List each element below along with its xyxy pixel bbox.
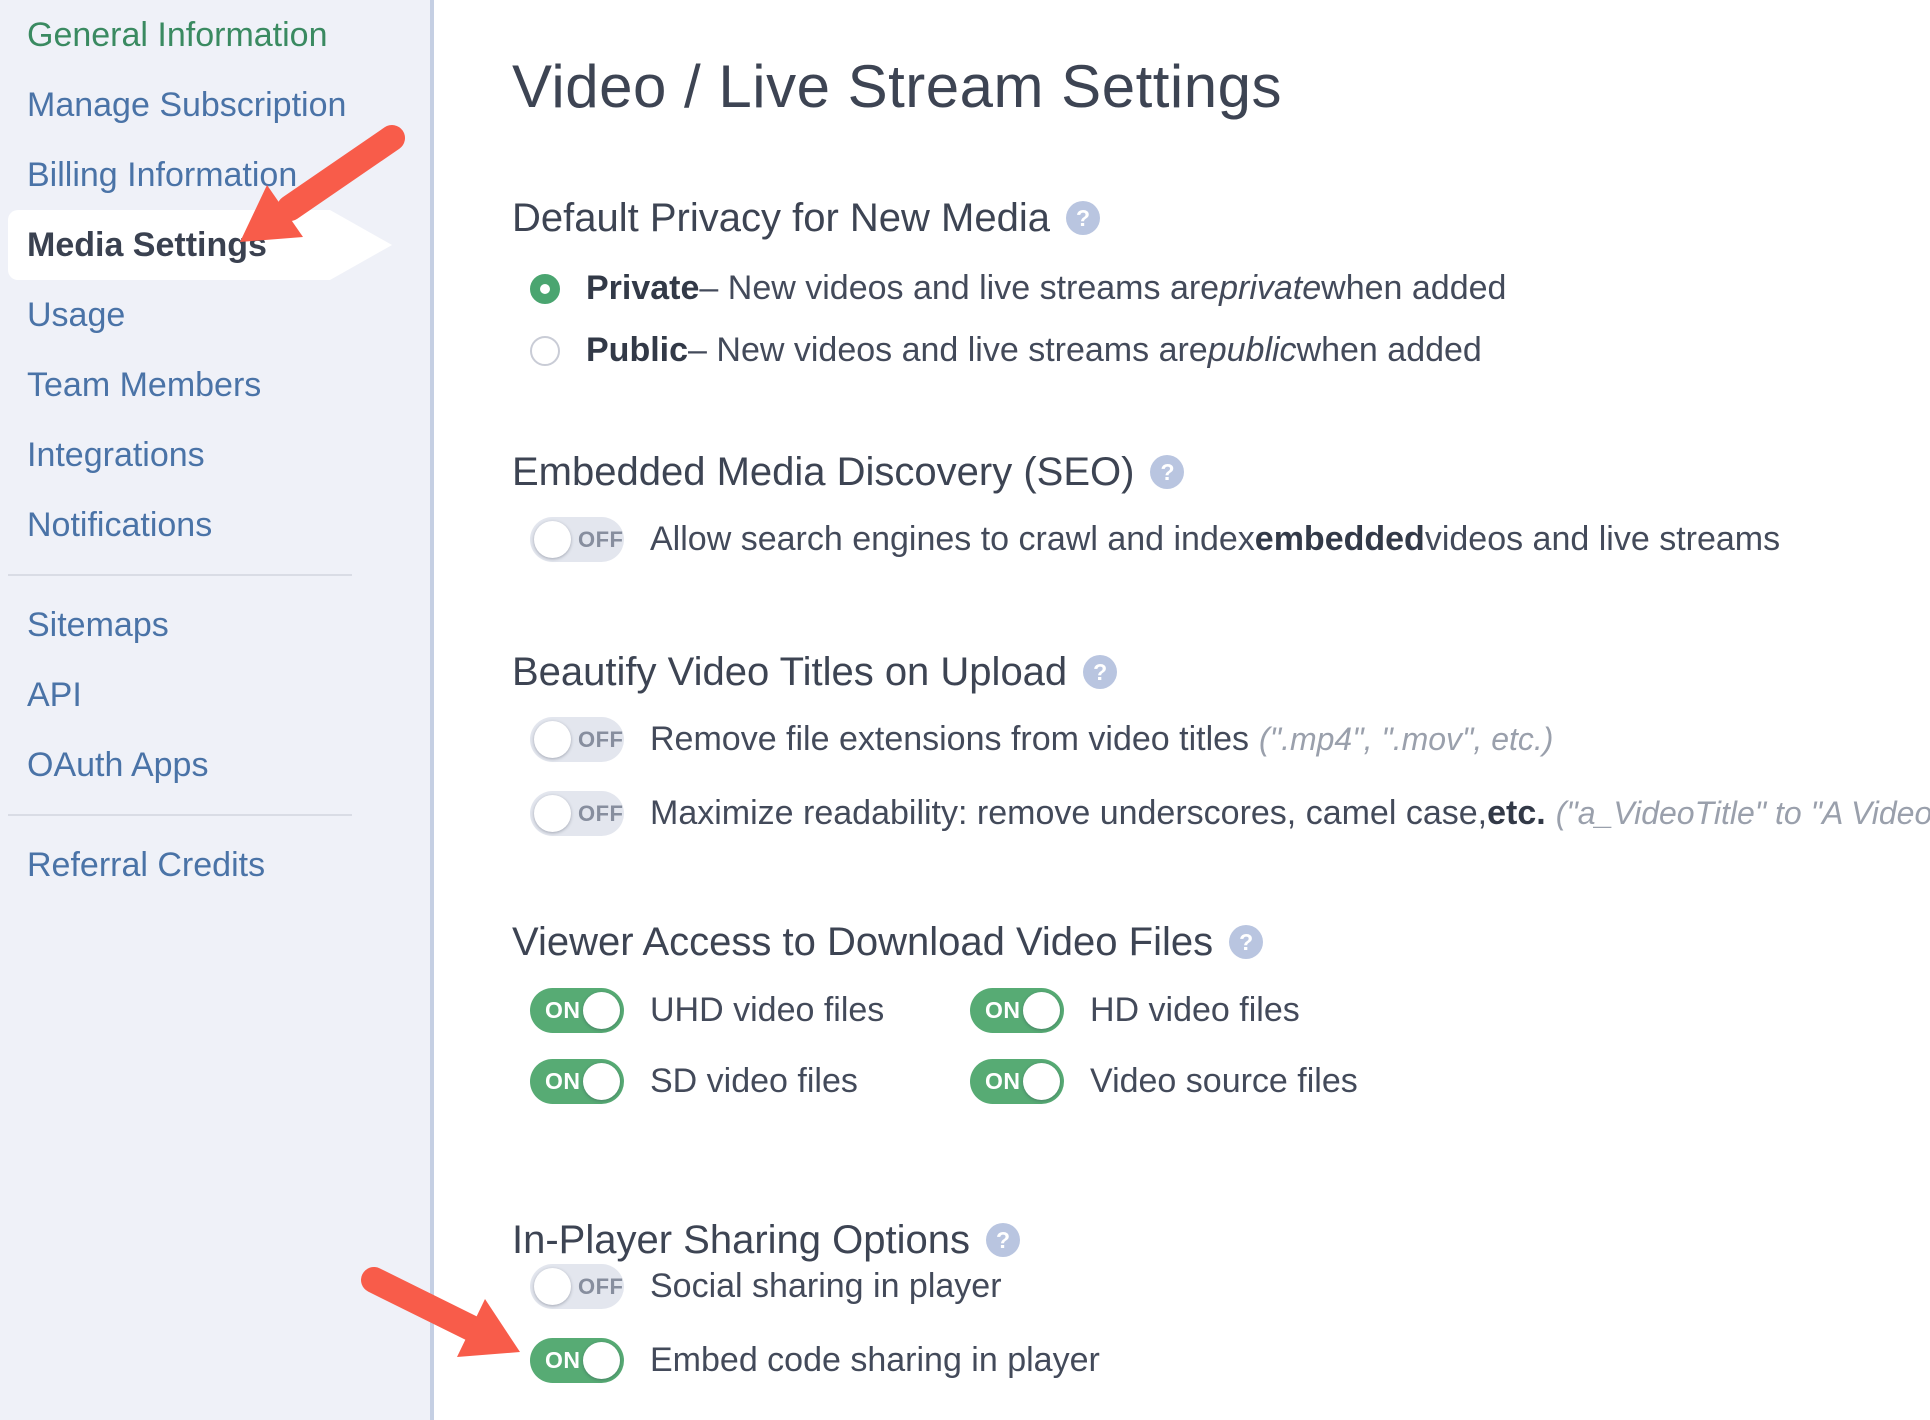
option-emphasis: public <box>1208 331 1297 370</box>
section-heading-default-privacy: Default Privacy for New Media ? <box>512 194 1930 242</box>
toggle-description: SD video files <box>650 1062 858 1101</box>
sidebar-item-notifications[interactable]: Notifications <box>0 490 430 560</box>
embed-code-sharing-toggle[interactable]: ON <box>530 1338 624 1383</box>
toggle-state-label: OFF <box>578 517 624 562</box>
privacy-option-public: Public – New videos and live streams are… <box>512 328 1930 373</box>
section-heading-text: Default Privacy for New Media <box>512 194 1050 242</box>
sidebar-item-oauth-apps[interactable]: OAuth Apps <box>0 730 430 800</box>
toggle-description: Social sharing in player <box>650 1267 1002 1306</box>
radio-public[interactable] <box>530 336 560 366</box>
settings-sidebar: General Information Manage Subscription … <box>0 0 430 1420</box>
toggle-knob <box>1023 992 1060 1029</box>
toggle-description-bold: etc. <box>1487 794 1546 833</box>
section-heading-text: Beautify Video Titles on Upload <box>512 648 1067 696</box>
toggle-knob <box>534 521 571 558</box>
remove-extensions-toggle[interactable]: OFF <box>530 717 624 762</box>
maximize-readability-toggle[interactable]: OFF <box>530 791 624 836</box>
toggle-state-label: OFF <box>578 791 624 836</box>
download-toggles-grid: ON UHD video files ON HD video files ON … <box>512 988 1930 1104</box>
option-text: – New videos and live streams are <box>688 331 1208 370</box>
sidebar-item-general-information[interactable]: General Information <box>0 0 430 70</box>
download-row-sd: ON SD video files <box>512 1059 952 1104</box>
option-text: – New videos and live streams are <box>699 269 1219 308</box>
seo-toggle-row: OFF Allow search engines to crawl and in… <box>512 517 1930 562</box>
download-row-uhd: ON UHD video files <box>512 988 952 1033</box>
sidebar-item-manage-subscription[interactable]: Manage Subscription <box>0 70 430 140</box>
toggle-knob <box>534 795 571 832</box>
toggle-state-label: ON <box>985 988 1021 1033</box>
section-heading-text: Embedded Media Discovery (SEO) <box>512 448 1134 496</box>
section-heading-text: In-Player Sharing Options <box>512 1216 970 1264</box>
sidebar-item-usage[interactable]: Usage <box>0 280 430 350</box>
option-label: Private <box>586 269 699 308</box>
section-heading-viewer-downloads: Viewer Access to Download Video Files ? <box>512 918 1930 966</box>
source-files-toggle[interactable]: ON <box>970 1059 1064 1104</box>
sidebar-item-sitemaps[interactable]: Sitemaps <box>0 590 430 660</box>
toggle-knob <box>1023 1063 1060 1100</box>
toggle-hint: (".mp4", ".mov", etc.) <box>1259 721 1553 758</box>
toggle-state-label: OFF <box>578 717 624 762</box>
toggle-knob <box>583 992 620 1029</box>
toggle-knob <box>534 1268 571 1305</box>
help-icon[interactable]: ? <box>986 1223 1020 1257</box>
toggle-description: UHD video files <box>650 991 884 1030</box>
toggle-state-label: ON <box>545 1338 581 1383</box>
toggle-state-label: OFF <box>578 1264 624 1309</box>
section-heading-text: Viewer Access to Download Video Files <box>512 918 1213 966</box>
media-settings-panel: Video / Live Stream Settings Default Pri… <box>430 0 1930 1420</box>
toggle-description: Maximize readability: remove underscores… <box>650 794 1487 833</box>
toggle-description: Embed code sharing in player <box>650 1341 1100 1380</box>
beautify-row-readability: OFF Maximize readability: remove undersc… <box>512 791 1930 836</box>
social-sharing-toggle[interactable]: OFF <box>530 1264 624 1309</box>
sidebar-item-media-settings[interactable]: Media Settings <box>8 210 330 280</box>
sidebar-item-api[interactable]: API <box>0 660 430 730</box>
section-heading-beautify-titles: Beautify Video Titles on Upload ? <box>512 648 1930 696</box>
toggle-description: HD video files <box>1090 991 1300 1030</box>
toggle-state-label: ON <box>545 988 581 1033</box>
section-heading-in-player-sharing: In-Player Sharing Options ? <box>512 1216 1930 1264</box>
sidebar-item-integrations[interactable]: Integrations <box>0 420 430 490</box>
toggle-description: videos and live streams <box>1425 520 1780 559</box>
toggle-description-bold: embedded <box>1255 520 1425 559</box>
option-label: Public <box>586 331 688 370</box>
toggle-state-label: ON <box>545 1059 581 1104</box>
help-icon[interactable]: ? <box>1066 201 1100 235</box>
toggle-state-label: ON <box>985 1059 1021 1104</box>
uhd-files-toggle[interactable]: ON <box>530 988 624 1033</box>
privacy-option-private: Private – New videos and live streams ar… <box>512 266 1930 311</box>
page-title: Video / Live Stream Settings <box>512 52 1930 121</box>
toggle-hint: ("a_VideoTitle" to "A Video Title") <box>1556 795 1930 832</box>
download-row-source: ON Video source files <box>952 1059 1930 1104</box>
toggle-description: Remove file extensions from video titles <box>650 720 1249 759</box>
radio-private[interactable] <box>530 274 560 304</box>
toggle-knob <box>583 1342 620 1379</box>
download-row-hd: ON HD video files <box>952 988 1930 1033</box>
sidebar-divider <box>8 814 352 816</box>
sidebar-divider <box>8 574 352 576</box>
toggle-knob <box>534 721 571 758</box>
beautify-row-extensions: OFF Remove file extensions from video ti… <box>512 717 1930 762</box>
help-icon[interactable]: ? <box>1229 925 1263 959</box>
sidebar-item-team-members[interactable]: Team Members <box>0 350 430 420</box>
toggle-description: Allow search engines to crawl and index <box>650 520 1255 559</box>
sharing-row-embed: ON Embed code sharing in player <box>512 1338 1930 1383</box>
help-icon[interactable]: ? <box>1150 455 1184 489</box>
help-icon[interactable]: ? <box>1083 655 1117 689</box>
section-heading-embedded-media-discovery: Embedded Media Discovery (SEO) ? <box>512 448 1930 496</box>
sidebar-item-referral-credits[interactable]: Referral Credits <box>0 830 430 900</box>
hd-files-toggle[interactable]: ON <box>970 988 1064 1033</box>
toggle-knob <box>583 1063 620 1100</box>
seo-crawl-toggle[interactable]: OFF <box>530 517 624 562</box>
toggle-description: Video source files <box>1090 1062 1358 1101</box>
sharing-row-social: OFF Social sharing in player <box>512 1264 1930 1309</box>
sidebar-item-billing-information[interactable]: Billing Information <box>0 140 430 210</box>
sd-files-toggle[interactable]: ON <box>530 1059 624 1104</box>
option-text: when added <box>1297 331 1482 370</box>
option-emphasis: private <box>1219 269 1321 308</box>
option-text: when added <box>1321 269 1506 308</box>
